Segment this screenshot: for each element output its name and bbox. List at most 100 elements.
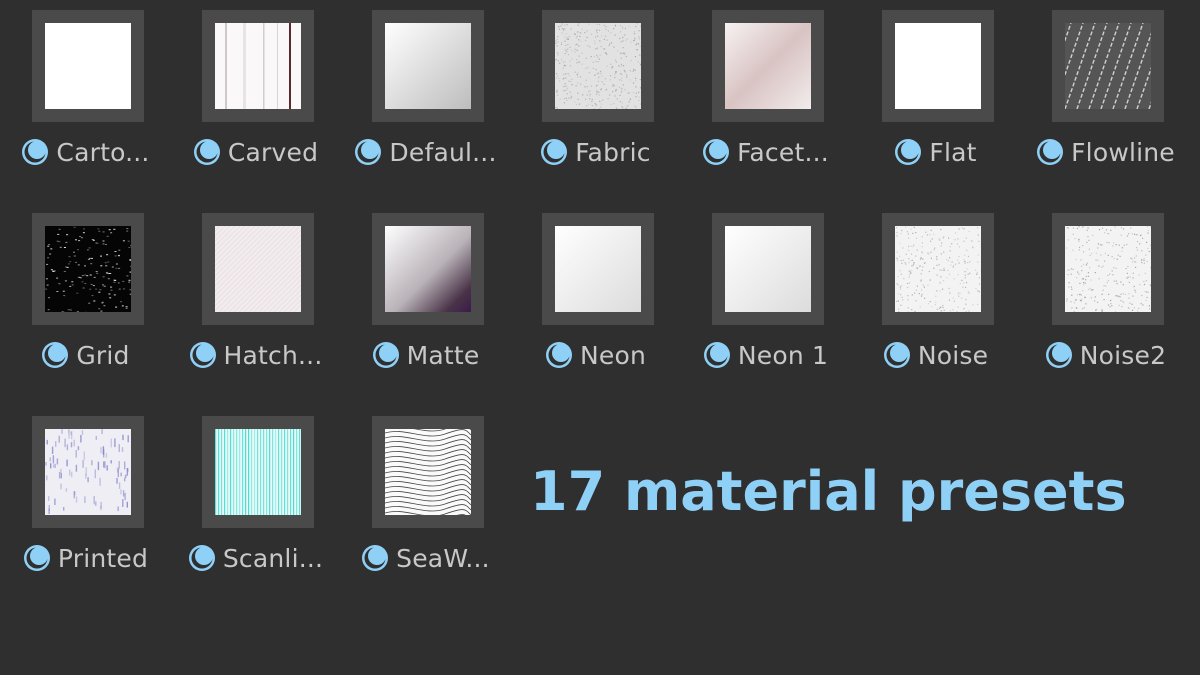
material-label-row[interactable]: Flowline — [1020, 134, 1190, 170]
material-tile[interactable]: Flat — [850, 0, 1020, 185]
material-label-row[interactable]: Scanli... — [170, 540, 340, 576]
material-thumbnail[interactable] — [882, 10, 994, 122]
material-name: Matte — [406, 340, 480, 370]
material-tile[interactable]: SeaW... — [340, 406, 510, 591]
material-thumbnail[interactable] — [32, 213, 144, 325]
material-preview-image — [45, 429, 131, 515]
material-tile[interactable]: Scanli... — [170, 406, 340, 591]
material-thumbnail[interactable] — [372, 10, 484, 122]
material-sphere-icon — [1035, 137, 1065, 167]
material-tile[interactable]: Carto... — [0, 0, 170, 185]
material-name: Noise2 — [1079, 340, 1167, 370]
material-sphere-icon — [702, 340, 732, 370]
material-name: Flat — [929, 137, 977, 167]
material-name: Fabric — [575, 137, 651, 167]
material-name: Flowline — [1071, 137, 1175, 167]
material-label-row[interactable]: Matte — [340, 337, 510, 373]
material-tile[interactable]: Flowline — [1020, 0, 1190, 185]
material-tile[interactable]: Facet... — [680, 0, 850, 185]
material-name: Neon — [579, 340, 647, 370]
material-tile[interactable]: Hatch... — [170, 203, 340, 388]
material-sphere-icon — [40, 340, 70, 370]
material-sphere-icon — [882, 340, 912, 370]
material-tile[interactable]: Printed — [0, 406, 170, 591]
material-sphere-icon — [188, 340, 218, 370]
material-preview-image — [725, 23, 811, 109]
material-tile[interactable]: Noise — [850, 203, 1020, 388]
material-name: Carved — [227, 137, 319, 167]
material-label-row[interactable]: Fabric — [510, 134, 680, 170]
material-sphere-icon — [893, 137, 923, 167]
material-thumbnail[interactable] — [202, 416, 314, 528]
material-name: Defaul... — [389, 137, 497, 167]
material-label-row[interactable]: Hatch... — [170, 337, 340, 373]
material-tile[interactable]: Matte — [340, 203, 510, 388]
material-label-row[interactable]: Flat — [850, 134, 1020, 170]
material-sphere-icon — [360, 543, 390, 573]
material-sphere-icon — [544, 340, 574, 370]
material-preview-image — [385, 226, 471, 312]
material-label-row[interactable]: Noise — [850, 337, 1020, 373]
material-label-row[interactable]: Printed — [0, 540, 170, 576]
material-grid: Carto... Carved Defaul... Fabric Facet... Fla… — [0, 0, 1200, 675]
material-preview-image — [1065, 226, 1151, 312]
material-preview-image — [215, 429, 301, 515]
material-thumbnail[interactable] — [712, 213, 824, 325]
material-label-row[interactable]: Neon 1 — [680, 337, 850, 373]
material-name: Printed — [57, 543, 149, 573]
material-sphere-icon — [20, 137, 50, 167]
material-preview-image — [555, 226, 641, 312]
material-thumbnail[interactable] — [712, 10, 824, 122]
material-thumbnail[interactable] — [1052, 10, 1164, 122]
material-thumbnail[interactable] — [32, 416, 144, 528]
material-sphere-icon — [539, 137, 569, 167]
material-sphere-icon — [192, 137, 222, 167]
material-label-row[interactable]: Facet... — [680, 134, 850, 170]
material-preview-image — [1065, 23, 1151, 109]
material-preview-image — [215, 226, 301, 312]
material-label-row[interactable]: Neon — [510, 337, 680, 373]
material-preview-image — [895, 226, 981, 312]
headline: 17 material presets — [530, 460, 1127, 523]
material-tile[interactable]: Neon 1 — [680, 203, 850, 388]
material-name: Hatch... — [223, 340, 323, 370]
material-label-row[interactable]: Defaul... — [340, 134, 510, 170]
material-thumbnail[interactable] — [372, 416, 484, 528]
material-sphere-icon — [701, 137, 731, 167]
material-thumbnail[interactable] — [202, 213, 314, 325]
material-name: Scanli... — [222, 543, 324, 573]
material-preview-image — [45, 226, 131, 312]
material-preview-image — [385, 429, 471, 515]
material-preview-image — [725, 226, 811, 312]
material-tile[interactable]: Fabric — [510, 0, 680, 185]
material-tile[interactable]: Defaul... — [340, 0, 510, 185]
material-thumbnail[interactable] — [32, 10, 144, 122]
material-preview-image — [895, 23, 981, 109]
material-sphere-icon — [371, 340, 401, 370]
material-sphere-icon — [1044, 340, 1074, 370]
material-label-row[interactable]: Grid — [0, 337, 170, 373]
material-tile[interactable]: Noise2 — [1020, 203, 1190, 388]
material-thumbnail[interactable] — [542, 213, 654, 325]
material-name: Grid — [76, 340, 130, 370]
material-label-row[interactable]: SeaW... — [340, 540, 510, 576]
material-sphere-icon — [353, 137, 383, 167]
material-preview-image — [385, 23, 471, 109]
material-label-row[interactable]: Noise2 — [1020, 337, 1190, 373]
material-thumbnail[interactable] — [202, 10, 314, 122]
material-name: Carto... — [56, 137, 150, 167]
material-thumbnail[interactable] — [542, 10, 654, 122]
material-preview-image — [215, 23, 301, 109]
material-thumbnail[interactable] — [882, 213, 994, 325]
material-name: SeaW... — [396, 543, 490, 573]
material-name: Neon 1 — [737, 340, 829, 370]
material-sphere-icon — [187, 543, 217, 573]
material-name: Facet... — [737, 137, 829, 167]
material-thumbnail[interactable] — [1052, 213, 1164, 325]
material-thumbnail[interactable] — [372, 213, 484, 325]
material-tile[interactable]: Grid — [0, 203, 170, 388]
material-tile[interactable]: Carved — [170, 0, 340, 185]
material-tile[interactable]: Neon — [510, 203, 680, 388]
material-label-row[interactable]: Carto... — [0, 134, 170, 170]
material-label-row[interactable]: Carved — [170, 134, 340, 170]
